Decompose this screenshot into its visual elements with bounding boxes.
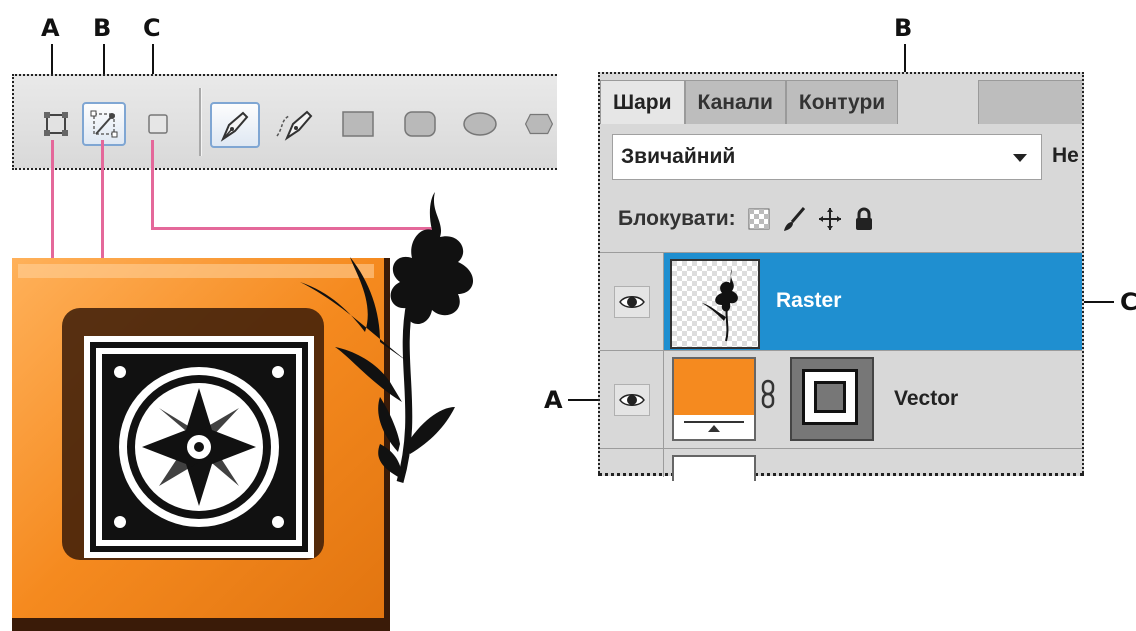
callout-a-toolbar: A xyxy=(41,14,60,42)
fill-pixels-icon[interactable] xyxy=(136,102,180,146)
polygon-icon[interactable] xyxy=(524,102,554,146)
lock-label: Блокувати: xyxy=(618,207,736,230)
opacity-label: Не xyxy=(1052,144,1079,167)
raster-layer-thumbnail xyxy=(670,259,760,349)
blend-mode-value: Звичайний xyxy=(621,145,736,168)
tab-strip-filler xyxy=(978,80,1082,124)
shape-layers-icon[interactable] xyxy=(34,102,78,146)
visibility-cell xyxy=(600,449,664,477)
lock-row: Блокувати: xyxy=(618,204,874,234)
panel-tabs: Шари Канали Контури xyxy=(600,80,899,124)
partial-layer-thumbnail xyxy=(672,455,756,481)
layer-name-raster[interactable]: Raster xyxy=(776,289,841,313)
layer-row-raster[interactable]: Raster xyxy=(600,252,1082,350)
callout-a-panel: A xyxy=(544,386,563,414)
visibility-cell xyxy=(600,351,664,448)
lock-transparent-icon[interactable] xyxy=(748,208,770,230)
rounded-rectangle-icon[interactable] xyxy=(398,102,442,146)
connector-line-c-vertical xyxy=(151,140,154,230)
vector-layer-fill-thumbnail xyxy=(672,357,756,441)
layer-row-vector[interactable]: Vector xyxy=(600,350,1082,448)
tab-channels[interactable]: Канали xyxy=(684,80,786,124)
link-icon[interactable] xyxy=(760,379,776,414)
freeform-pen-icon[interactable] xyxy=(270,102,320,146)
lock-position-icon[interactable] xyxy=(818,207,842,231)
ellipse-icon[interactable] xyxy=(458,102,502,146)
callout-c-toolbar: C xyxy=(143,14,161,42)
connector-line-a xyxy=(51,140,54,262)
vector-mask-thumbnail xyxy=(790,357,874,441)
pen-icon[interactable] xyxy=(210,102,260,148)
tab-paths[interactable]: Контури xyxy=(785,80,899,124)
paths-icon[interactable] xyxy=(82,102,126,146)
lock-all-icon[interactable] xyxy=(854,207,874,231)
chevron-down-icon xyxy=(1013,154,1027,162)
flower-silhouette xyxy=(300,192,474,483)
eye-icon[interactable] xyxy=(613,383,650,416)
rectangle-icon[interactable] xyxy=(336,102,380,146)
callout-c-panel: C xyxy=(1120,288,1136,316)
visibility-cell xyxy=(600,253,664,350)
callout-b-toolbar: B xyxy=(93,14,112,42)
toolbar-separator xyxy=(199,88,202,156)
lock-image-icon[interactable] xyxy=(782,206,806,232)
shape-tool-options-bar xyxy=(12,74,557,170)
blend-mode-select[interactable]: Звичайний xyxy=(612,134,1042,180)
layers-panel: Шари Канали Контури Звичайний Не Блокува… xyxy=(598,72,1084,481)
tab-layers[interactable]: Шари xyxy=(600,80,685,124)
layer-name-vector[interactable]: Vector xyxy=(894,387,958,411)
eye-icon[interactable] xyxy=(613,285,650,318)
callout-b-panel: B xyxy=(894,14,913,42)
layer-row-partial xyxy=(600,448,1082,481)
